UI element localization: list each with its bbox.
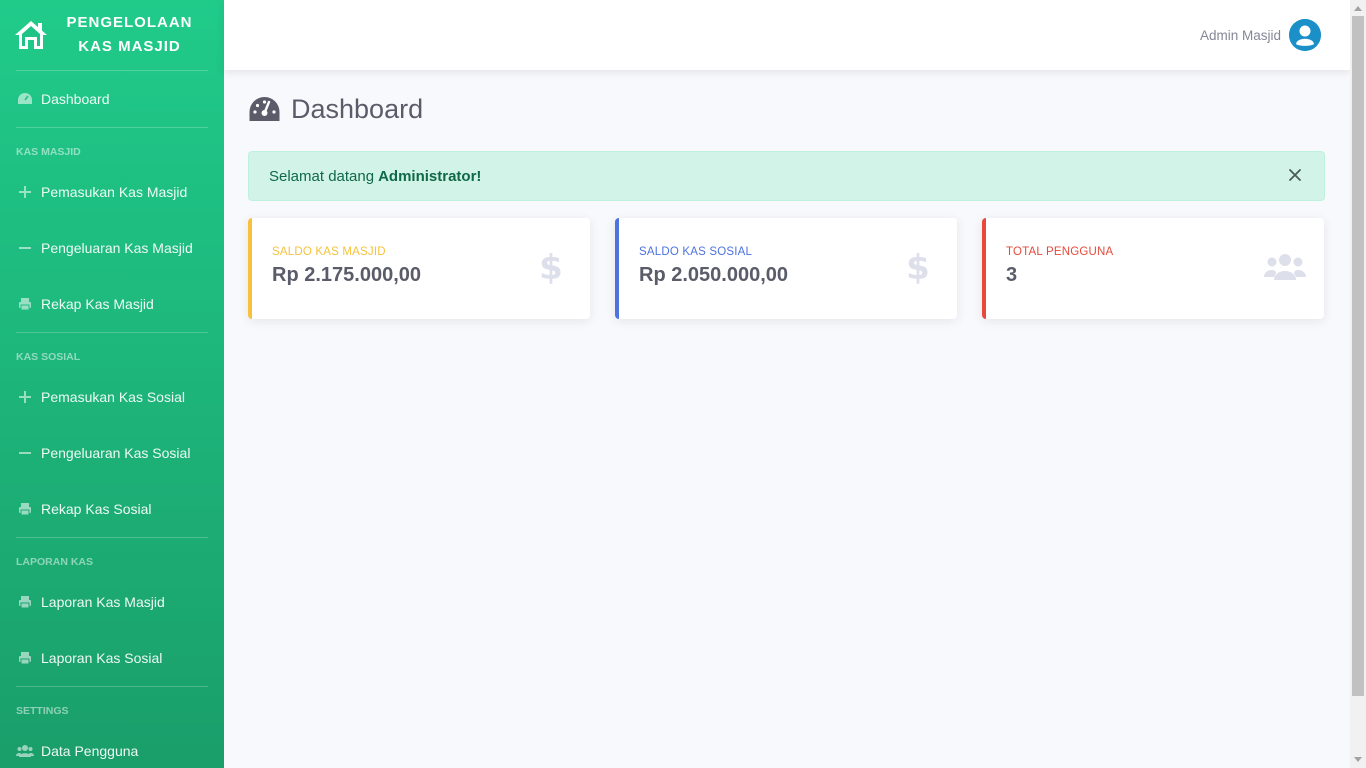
home-icon [15, 21, 47, 49]
sidebar-item-laporan-kas-masjid[interactable]: Laporan Kas Masjid [0, 574, 224, 630]
sidebar-heading-laporan-kas: LAPORAN KAS [16, 556, 94, 568]
sidebar-item-pengeluaran-kas-sosial[interactable]: Pengeluaran Kas Sosial [0, 425, 224, 481]
alert-user-name: Administrator! [378, 167, 482, 185]
user-name[interactable]: Admin Masjid [1200, 28, 1281, 43]
alert-prefix: Selamat datang [269, 167, 375, 185]
print-icon [16, 500, 34, 518]
sidebar-item-data-pengguna[interactable]: Data Pengguna [0, 723, 224, 768]
page-title: Dashboard [248, 94, 1325, 124]
users-icon [1264, 250, 1306, 284]
brand-line-2: KAS MASJID [78, 38, 181, 55]
card-total-pengguna: TOTAL PENGGUNA 3 [982, 218, 1324, 319]
users-icon [16, 742, 34, 760]
sidebar-item-pemasukan-kas-sosial[interactable]: Pemasukan Kas Sosial [0, 369, 224, 425]
scroll-up-icon[interactable] [1354, 6, 1362, 11]
card-saldo-kas-sosial: SALDO KAS SOSIAL Rp 2.050.000,00 $ [615, 218, 957, 319]
sidebar-item-label: Laporan Kas Sosial [41, 650, 163, 666]
sidebar-heading-kas-sosial: KAS SOSIAL [16, 351, 81, 363]
print-icon [16, 593, 34, 611]
print-icon [16, 649, 34, 667]
welcome-alert: Selamat datang Administrator! [248, 151, 1325, 201]
sidebar-item-pengeluaran-kas-masjid[interactable]: Pengeluaran Kas Masjid [0, 220, 224, 276]
tachometer-icon [16, 90, 34, 108]
plus-icon [16, 183, 34, 201]
page-scrollbar[interactable] [1350, 0, 1366, 768]
sidebar-divider [16, 686, 208, 687]
scroll-down-icon[interactable] [1354, 757, 1362, 762]
user-circle-icon[interactable] [1289, 19, 1321, 51]
sidebar-item-label: Pengeluaran Kas Masjid [41, 240, 193, 256]
sidebar-item-label: Data Pengguna [41, 743, 139, 759]
sidebar-item-rekap-kas-masjid[interactable]: Rekap Kas Masjid [0, 276, 224, 332]
dollar-icon: $ [897, 250, 939, 284]
sidebar-item-label: Rekap Kas Sosial [41, 501, 152, 517]
scroll-thumb[interactable] [1352, 16, 1364, 696]
sidebar-item-label: Pemasukan Kas Sosial [41, 389, 185, 405]
dollar-icon: $ [530, 250, 572, 284]
sidebar-item-label: Rekap Kas Masjid [41, 296, 154, 312]
plus-icon [16, 388, 34, 406]
sidebar-heading-settings: SETTINGS [16, 705, 69, 717]
summary-cards: SALDO KAS MASJID Rp 2.175.000,00 $ SALDO… [248, 218, 1325, 319]
sidebar-item-label: Laporan Kas Masjid [41, 594, 165, 610]
sidebar-item-label: Dashboard [41, 91, 110, 107]
sidebar-item-dashboard[interactable]: Dashboard [0, 71, 224, 127]
page-title-text: Dashboard [291, 93, 424, 124]
brand-title: PENGELOLAAN KAS MASJID [49, 11, 210, 59]
minus-icon [16, 239, 34, 257]
sidebar-divider [16, 127, 208, 128]
brand[interactable]: PENGELOLAAN KAS MASJID [0, 0, 224, 70]
tachometer-icon [249, 97, 280, 121]
sidebar-item-label: Pengeluaran Kas Sosial [41, 445, 191, 461]
card-saldo-kas-masjid: SALDO KAS MASJID Rp 2.175.000,00 $ [248, 218, 590, 319]
sidebar-item-label: Pemasukan Kas Masjid [41, 184, 188, 200]
svg-text:$: $ [907, 250, 929, 284]
brand-line-1: PENGELOLAAN [66, 14, 193, 31]
sidebar-divider [16, 332, 208, 333]
sidebar: PENGELOLAAN KAS MASJID Dashboard KAS MAS… [0, 0, 224, 768]
close-icon[interactable] [1286, 166, 1304, 184]
topbar: Admin Masjid [224, 0, 1350, 70]
main-content: Dashboard Selamat datang Administrator! … [248, 70, 1325, 319]
print-icon [16, 295, 34, 313]
sidebar-item-laporan-kas-sosial[interactable]: Laporan Kas Sosial [0, 630, 224, 686]
svg-text:$: $ [540, 250, 562, 284]
sidebar-heading-kas-masjid: KAS MASJID [16, 146, 81, 158]
sidebar-divider [16, 537, 208, 538]
minus-icon [16, 444, 34, 462]
sidebar-item-pemasukan-kas-masjid[interactable]: Pemasukan Kas Masjid [0, 164, 224, 220]
sidebar-item-rekap-kas-sosial[interactable]: Rekap Kas Sosial [0, 481, 224, 537]
